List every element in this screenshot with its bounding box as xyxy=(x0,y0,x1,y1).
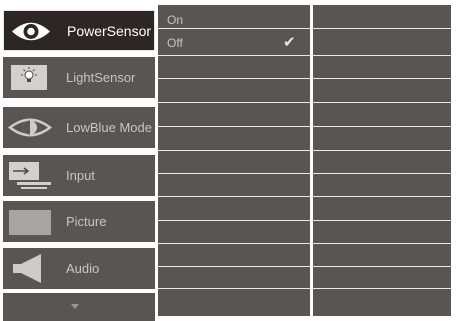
row-divider xyxy=(158,196,310,197)
row-divider xyxy=(313,266,451,267)
input-icon xyxy=(7,159,53,192)
menu-item-picture[interactable]: Picture xyxy=(3,201,155,242)
row-divider xyxy=(158,173,310,174)
eye-icon xyxy=(8,15,54,48)
row-divider xyxy=(313,243,451,244)
light-bulb-icon xyxy=(7,61,53,94)
row-divider xyxy=(313,126,451,127)
lowblue-eye-icon xyxy=(7,111,53,144)
menu-item-powersensor[interactable]: PowerSensor xyxy=(3,10,155,51)
menu-item-label: LightSensor xyxy=(66,70,136,85)
menu-item-lowblue-mode[interactable]: LowBlue Mode xyxy=(3,107,155,148)
row-divider xyxy=(158,288,310,289)
row-divider xyxy=(313,196,451,197)
row-divider xyxy=(158,243,310,244)
submenu-panel: On Off ✔ xyxy=(158,5,310,316)
row-divider xyxy=(158,28,310,29)
row-divider xyxy=(313,78,451,79)
row-divider xyxy=(158,126,310,127)
row-divider xyxy=(158,150,310,151)
menu-item-lightsensor[interactable]: LightSensor xyxy=(3,57,155,98)
row-divider xyxy=(158,78,310,79)
menu-item-input[interactable]: Input xyxy=(3,155,155,196)
menu-item-label: Picture xyxy=(66,214,107,229)
menu-item-label: Audio xyxy=(66,261,100,276)
option-label: Off xyxy=(167,36,183,50)
option-on[interactable]: On xyxy=(158,10,310,30)
picture-icon xyxy=(7,205,53,238)
row-divider xyxy=(313,150,451,151)
menu-item-audio[interactable]: Audio xyxy=(3,248,155,289)
chevron-down-icon xyxy=(71,304,79,309)
checkmark-icon: ✔ xyxy=(283,34,296,51)
menu-item-label: Input xyxy=(66,168,95,183)
menu-item-label: PowerSensor xyxy=(67,23,152,39)
scroll-more-button[interactable] xyxy=(3,293,155,321)
option-off[interactable]: Off ✔ xyxy=(158,33,310,53)
row-divider xyxy=(313,288,451,289)
speaker-icon xyxy=(7,252,53,285)
option-label: On xyxy=(167,13,184,27)
row-divider xyxy=(313,220,451,221)
row-divider xyxy=(313,55,451,56)
menu-item-label: LowBlue Mode xyxy=(66,120,152,135)
row-divider xyxy=(158,55,310,56)
row-divider xyxy=(313,173,451,174)
row-divider xyxy=(158,220,310,221)
row-divider xyxy=(313,102,451,103)
row-divider xyxy=(158,102,310,103)
detail-panel xyxy=(313,5,451,316)
row-divider xyxy=(158,266,310,267)
row-divider xyxy=(313,28,451,29)
